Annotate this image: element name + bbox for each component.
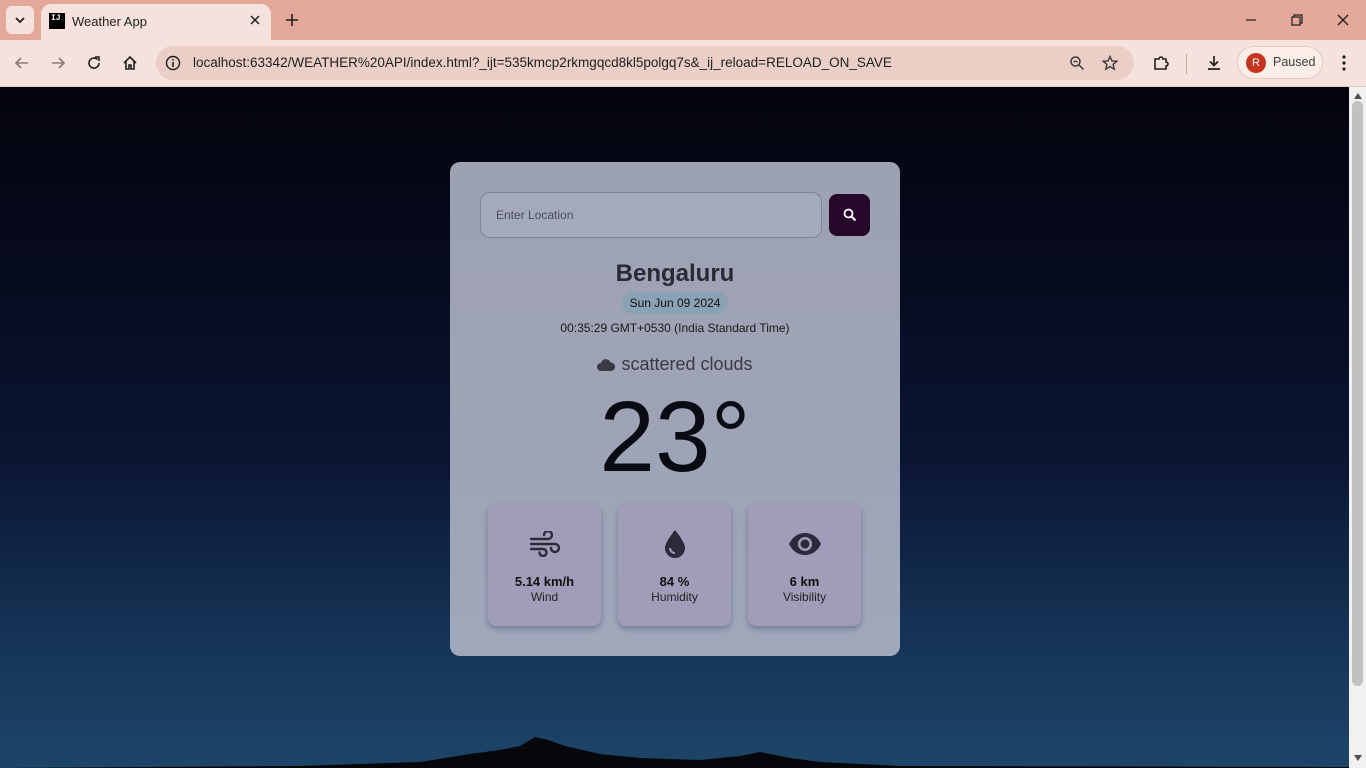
tab-close-button[interactable]: [247, 12, 263, 28]
water-drop-icon: [664, 530, 685, 558]
wind-value: 5.14 km/h: [514, 574, 575, 589]
minimize-icon: [1246, 19, 1256, 21]
avatar: R: [1246, 53, 1266, 73]
puzzle-icon: [1154, 56, 1169, 70]
forward-arrow-icon: [52, 57, 66, 69]
home-button[interactable]: [118, 51, 142, 75]
condition-text: scattered clouds: [621, 354, 753, 374]
home-icon: [123, 55, 137, 70]
visibility-label: Visibility: [782, 590, 827, 604]
wind-card: 5.14 km/h Wind: [488, 504, 601, 626]
new-tab-button[interactable]: [280, 8, 304, 32]
reload-button[interactable]: [82, 51, 106, 75]
restore-icon: [1291, 14, 1303, 26]
wind-icon: [529, 531, 560, 557]
humidity-card: 84 % Humidity: [618, 504, 731, 626]
page-scrollbar[interactable]: [1349, 87, 1366, 768]
scroll-down-button[interactable]: [1353, 753, 1362, 762]
humidity-label: Humidity: [651, 590, 698, 604]
wind-label: Wind: [530, 590, 559, 604]
close-window-button[interactable]: [1331, 8, 1355, 32]
triangle-up-icon: [1353, 92, 1362, 99]
browser-tab[interactable]: IJ Weather App: [41, 4, 271, 40]
cloud-icon: [597, 358, 616, 371]
local-time: 00:35:29 GMT+0530 (India Standard Time): [560, 321, 790, 335]
profile-status: Paused: [1273, 55, 1316, 69]
browser-toolbar: localhost:63342/WEATHER%20API/index.html…: [0, 40, 1366, 87]
browser-tab-strip: IJ Weather App: [0, 0, 1366, 40]
scroll-thumb[interactable]: [1352, 101, 1363, 686]
eye-icon: [788, 533, 821, 555]
city-name: Bengaluru: [615, 260, 735, 287]
weather-card: Bengaluru Sun Jun 09 2024 00:35:29 GMT+0…: [450, 162, 900, 656]
chevron-down-icon: [15, 17, 25, 24]
site-info-button[interactable]: [164, 54, 182, 72]
browser-menu-button[interactable]: [1332, 51, 1356, 75]
humidity-value: 84 %: [659, 574, 690, 589]
minimize-button[interactable]: [1239, 8, 1263, 32]
kebab-menu-icon: [1342, 55, 1346, 71]
close-icon: [1337, 14, 1349, 26]
weather-condition: scattered clouds: [450, 354, 900, 375]
back-button[interactable]: [10, 51, 34, 75]
intellij-icon: IJ: [49, 13, 65, 29]
address-bar[interactable]: localhost:63342/WEATHER%20API/index.html…: [156, 46, 1134, 80]
info-icon: [165, 55, 181, 71]
download-icon: [1208, 56, 1220, 70]
temperature: 23°: [599, 381, 751, 493]
visibility-card: 6 km Visibility: [748, 504, 861, 626]
zoom-button[interactable]: [1068, 54, 1086, 72]
date-badge: Sun Jun 09 2024: [622, 292, 728, 314]
visibility-value: 6 km: [789, 574, 820, 589]
bookmark-button[interactable]: [1101, 54, 1119, 72]
profile-button[interactable]: R Paused: [1237, 46, 1323, 79]
star-icon: [1102, 55, 1118, 71]
location-search-input[interactable]: [480, 192, 822, 238]
extensions-button[interactable]: [1149, 51, 1173, 75]
search-icon: [843, 208, 856, 222]
plus-icon: [286, 14, 298, 26]
back-arrow-icon: [14, 57, 28, 69]
reload-icon: [88, 56, 100, 69]
downloads-button[interactable]: [1202, 51, 1226, 75]
page-viewport: Bengaluru Sun Jun 09 2024 00:35:29 GMT+0…: [0, 87, 1349, 768]
scroll-up-button[interactable]: [1353, 91, 1362, 100]
tab-search-button[interactable]: [6, 6, 34, 34]
toolbar-separator: [1186, 54, 1187, 74]
mountain-silhouette: [0, 737, 1349, 768]
zoom-icon: [1070, 56, 1085, 71]
restore-button[interactable]: [1285, 8, 1309, 32]
triangle-down-icon: [1353, 754, 1362, 761]
search-button[interactable]: [829, 194, 870, 236]
close-icon: [250, 15, 260, 25]
forward-button[interactable]: [46, 51, 70, 75]
url-text: localhost:63342/WEATHER%20API/index.html…: [193, 55, 892, 70]
tab-title: Weather App: [72, 14, 147, 29]
